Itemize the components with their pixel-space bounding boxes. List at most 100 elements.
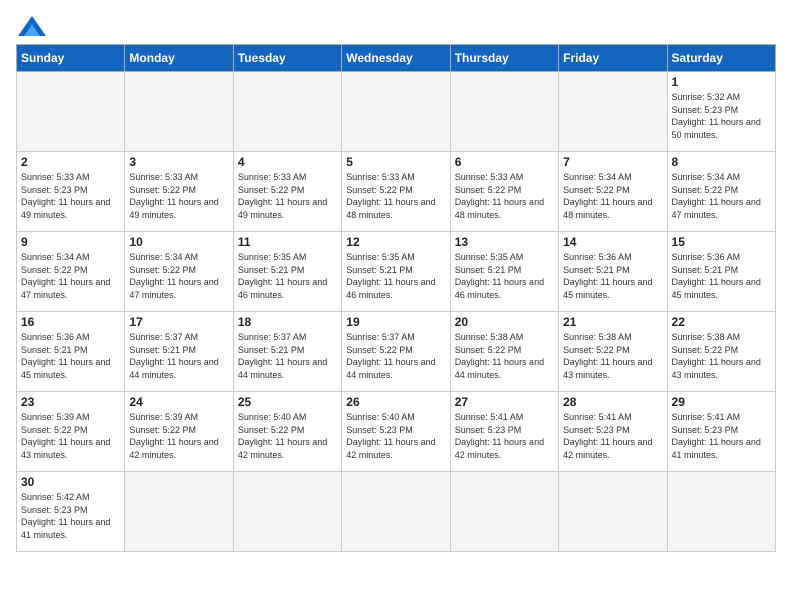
day-number: 25: [238, 395, 337, 409]
day-number: 13: [455, 235, 554, 249]
calendar-cell: 7Sunrise: 5:34 AMSunset: 5:22 PMDaylight…: [559, 152, 667, 232]
calendar-cell: [559, 72, 667, 152]
day-number: 19: [346, 315, 445, 329]
day-number: 17: [129, 315, 228, 329]
calendar-cell: [450, 72, 558, 152]
cell-sun-info: Sunrise: 5:35 AMSunset: 5:21 PMDaylight:…: [346, 251, 445, 301]
day-number: 27: [455, 395, 554, 409]
cell-sun-info: Sunrise: 5:35 AMSunset: 5:21 PMDaylight:…: [238, 251, 337, 301]
day-number: 24: [129, 395, 228, 409]
cell-sun-info: Sunrise: 5:41 AMSunset: 5:23 PMDaylight:…: [455, 411, 554, 461]
cell-sun-info: Sunrise: 5:33 AMSunset: 5:22 PMDaylight:…: [455, 171, 554, 221]
cell-sun-info: Sunrise: 5:38 AMSunset: 5:22 PMDaylight:…: [563, 331, 662, 381]
day-number: 2: [21, 155, 120, 169]
calendar-cell: 29 Sunrise: 5:41 AMSunset: 5:23 PMDayligh…: [667, 392, 775, 472]
calendar-cell: 4 Sunrise: 5:33 AMSunset: 5:22 PMDaylight…: [233, 152, 341, 232]
calendar-cell: 9 Sunrise: 5:34 AMSunset: 5:22 PMDaylight…: [17, 232, 125, 312]
calendar-week-2: 2 Sunrise: 5:33 AMSunset: 5:23 PMDaylight…: [17, 152, 776, 232]
cell-sun-info: Sunrise: 5:39 AMSunset: 5:22 PMDaylight:…: [21, 411, 120, 461]
weekday-header-tuesday: Tuesday: [233, 45, 341, 72]
weekday-header-thursday: Thursday: [450, 45, 558, 72]
day-number: 8: [672, 155, 771, 169]
cell-sun-info: Sunrise: 5:37 AMSunset: 5:22 PMDaylight:…: [346, 331, 445, 381]
day-number: 12: [346, 235, 445, 249]
calendar-cell: [667, 472, 775, 552]
cell-sun-info: Sunrise: 5:37 AMSunset: 5:21 PMDaylight:…: [129, 331, 228, 381]
calendar-cell: 20 Sunrise: 5:38 AMSunset: 5:22 PMDayligh…: [450, 312, 558, 392]
calendar-cell: 14Sunrise: 5:36 AMSunset: 5:21 PMDayligh…: [559, 232, 667, 312]
cell-sun-info: Sunrise: 5:34 AMSunset: 5:22 PMDaylight:…: [21, 251, 120, 301]
calendar-cell: 23 Sunrise: 5:39 AMSunset: 5:22 PMDayligh…: [17, 392, 125, 472]
calendar-cell: [559, 472, 667, 552]
calendar-week-5: 23 Sunrise: 5:39 AMSunset: 5:22 PMDayligh…: [17, 392, 776, 472]
calendar-cell: 21 Sunrise: 5:38 AMSunset: 5:22 PMDayligh…: [559, 312, 667, 392]
day-number: 10: [129, 235, 228, 249]
cell-sun-info: Sunrise: 5:40 AMSunset: 5:22 PMDaylight:…: [238, 411, 337, 461]
calendar-cell: 15Sunrise: 5:36 AMSunset: 5:21 PMDayligh…: [667, 232, 775, 312]
cell-sun-info: Sunrise: 5:33 AMSunset: 5:22 PMDaylight:…: [346, 171, 445, 221]
day-number: 22: [672, 315, 771, 329]
calendar-week-4: 16 Sunrise: 5:36 AMSunset: 5:21 PMDayligh…: [17, 312, 776, 392]
calendar-cell: 5 Sunrise: 5:33 AMSunset: 5:22 PMDaylight…: [342, 152, 450, 232]
calendar-cell: [342, 72, 450, 152]
calendar-cell: 1 Sunrise: 5:32 AMSunset: 5:23 PMDaylight…: [667, 72, 775, 152]
calendar-week-1: 1 Sunrise: 5:32 AMSunset: 5:23 PMDaylight…: [17, 72, 776, 152]
calendar-cell: [233, 472, 341, 552]
cell-sun-info: Sunrise: 5:33 AMSunset: 5:22 PMDaylight:…: [238, 171, 337, 221]
calendar-cell: 18 Sunrise: 5:37 AMSunset: 5:21 PMDayligh…: [233, 312, 341, 392]
day-number: 23: [21, 395, 120, 409]
calendar-cell: 26 Sunrise: 5:40 AMSunset: 5:23 PMDayligh…: [342, 392, 450, 472]
calendar-cell: 6 Sunrise: 5:33 AMSunset: 5:22 PMDaylight…: [450, 152, 558, 232]
calendar-cell: 22 Sunrise: 5:38 AMSunset: 5:22 PMDayligh…: [667, 312, 775, 392]
calendar-cell: 3 Sunrise: 5:33 AMSunset: 5:22 PMDaylight…: [125, 152, 233, 232]
day-number: 4: [238, 155, 337, 169]
cell-sun-info: Sunrise: 5:36 AMSunset: 5:21 PMDaylight:…: [21, 331, 120, 381]
cell-sun-info: Sunrise: 5:36 AMSunset: 5:21 PMDaylight:…: [672, 251, 771, 301]
calendar-cell: 10 Sunrise: 5:34 AMSunset: 5:22 PMDayligh…: [125, 232, 233, 312]
day-number: 9: [21, 235, 120, 249]
logo: [16, 16, 46, 36]
day-number: 5: [346, 155, 445, 169]
calendar-cell: [125, 72, 233, 152]
day-number: 1: [672, 75, 771, 89]
weekday-header-friday: Friday: [559, 45, 667, 72]
day-number: 28: [563, 395, 662, 409]
cell-sun-info: Sunrise: 5:33 AMSunset: 5:22 PMDaylight:…: [129, 171, 228, 221]
day-number: 3: [129, 155, 228, 169]
day-number: 29: [672, 395, 771, 409]
calendar-cell: 30 Sunrise: 5:42 AMSunset: 5:23 PMDayligh…: [17, 472, 125, 552]
weekday-header-sunday: Sunday: [17, 45, 125, 72]
day-number: 6: [455, 155, 554, 169]
cell-sun-info: Sunrise: 5:34 AMSunset: 5:22 PMDaylight:…: [672, 171, 771, 221]
calendar-week-6: 30 Sunrise: 5:42 AMSunset: 5:23 PMDayligh…: [17, 472, 776, 552]
day-number: 18: [238, 315, 337, 329]
day-number: 20: [455, 315, 554, 329]
day-number: 7: [563, 155, 662, 169]
cell-sun-info: Sunrise: 5:32 AMSunset: 5:23 PMDaylight:…: [672, 91, 771, 141]
cell-sun-info: Sunrise: 5:41 AMSunset: 5:23 PMDaylight:…: [672, 411, 771, 461]
cell-sun-info: Sunrise: 5:34 AMSunset: 5:22 PMDaylight:…: [129, 251, 228, 301]
cell-sun-info: Sunrise: 5:33 AMSunset: 5:23 PMDaylight:…: [21, 171, 120, 221]
day-number: 16: [21, 315, 120, 329]
day-number: 21: [563, 315, 662, 329]
cell-sun-info: Sunrise: 5:41 AMSunset: 5:23 PMDaylight:…: [563, 411, 662, 461]
page-header: [16, 16, 776, 36]
day-number: 11: [238, 235, 337, 249]
calendar-cell: 24Sunrise: 5:39 AMSunset: 5:22 PMDayligh…: [125, 392, 233, 472]
cell-sun-info: Sunrise: 5:36 AMSunset: 5:21 PMDaylight:…: [563, 251, 662, 301]
calendar-cell: [450, 472, 558, 552]
calendar-cell: 17 Sunrise: 5:37 AMSunset: 5:21 PMDayligh…: [125, 312, 233, 392]
logo-icon: [18, 16, 46, 36]
cell-sun-info: Sunrise: 5:38 AMSunset: 5:22 PMDaylight:…: [455, 331, 554, 381]
day-number: 30: [21, 475, 120, 489]
weekday-header-wednesday: Wednesday: [342, 45, 450, 72]
calendar-week-3: 9 Sunrise: 5:34 AMSunset: 5:22 PMDaylight…: [17, 232, 776, 312]
day-number: 26: [346, 395, 445, 409]
cell-sun-info: Sunrise: 5:38 AMSunset: 5:22 PMDaylight:…: [672, 331, 771, 381]
calendar-cell: 19 Sunrise: 5:37 AMSunset: 5:22 PMDayligh…: [342, 312, 450, 392]
cell-sun-info: Sunrise: 5:42 AMSunset: 5:23 PMDaylight:…: [21, 491, 120, 541]
calendar-cell: 27 Sunrise: 5:41 AMSunset: 5:23 PMDayligh…: [450, 392, 558, 472]
cell-sun-info: Sunrise: 5:37 AMSunset: 5:21 PMDaylight:…: [238, 331, 337, 381]
cell-sun-info: Sunrise: 5:40 AMSunset: 5:23 PMDaylight:…: [346, 411, 445, 461]
calendar-cell: 16 Sunrise: 5:36 AMSunset: 5:21 PMDayligh…: [17, 312, 125, 392]
